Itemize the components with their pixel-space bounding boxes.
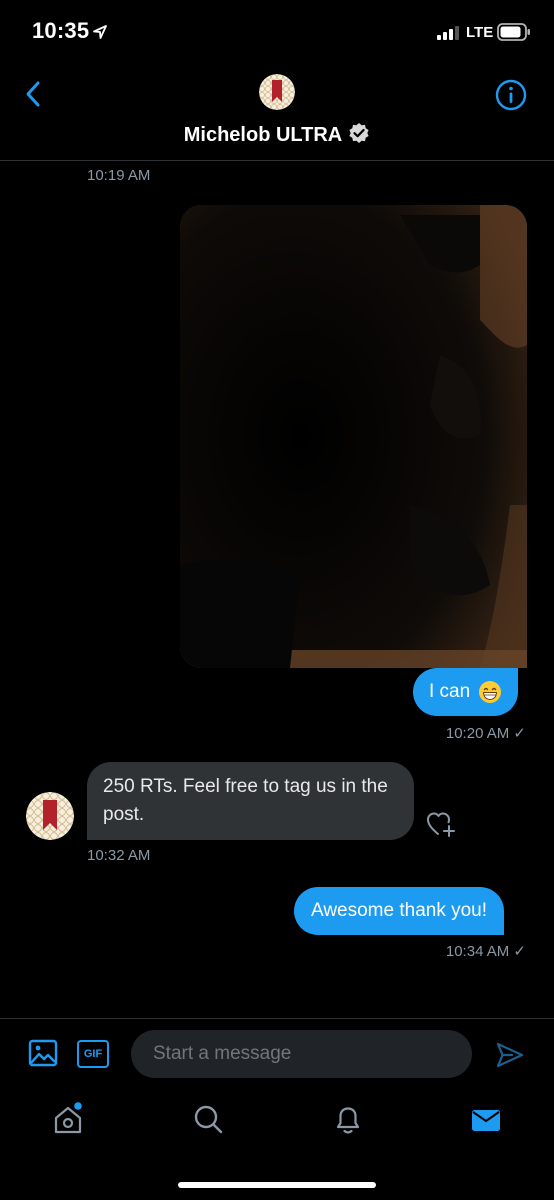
- message-timestamp: 10:19 AM: [87, 167, 151, 184]
- network-type: LTE: [466, 24, 494, 41]
- message-text: Awesome thank you!: [311, 900, 488, 921]
- status-time: 10:35: [32, 18, 90, 43]
- message-timestamp: 10:20 AM ✓: [445, 725, 526, 742]
- sender-avatar[interactable]: [26, 792, 74, 840]
- messages-icon[interactable]: [470, 1102, 502, 1136]
- message-input[interactable]: [131, 1030, 472, 1078]
- contact-name-header: Michelob ULTRA: [0, 122, 554, 147]
- header-divider: [0, 160, 554, 161]
- gif-button[interactable]: GIF: [77, 1040, 109, 1068]
- contact-avatar[interactable]: [259, 74, 295, 110]
- sent-photo[interactable]: [180, 205, 527, 668]
- contact-name: Michelob ULTRA: [183, 124, 343, 146]
- message-timestamp: 10:34 AM ✓: [445, 943, 526, 960]
- home-indicator: [178, 1182, 376, 1188]
- back-button[interactable]: [18, 78, 48, 110]
- sent-message-bubble[interactable]: Awesome thank you!: [294, 887, 505, 935]
- location-arrow-icon: [93, 25, 107, 39]
- image-icon[interactable]: [28, 1038, 58, 1068]
- composer-divider: [0, 1018, 554, 1019]
- verified-badge-icon: [349, 123, 369, 143]
- info-icon: [495, 79, 527, 111]
- signal-bars-icon: [437, 26, 459, 40]
- sent-message-bubble[interactable]: I can: [413, 668, 519, 716]
- received-message-bubble[interactable]: 250 RTs. Feel free to tag us in the post…: [87, 762, 414, 840]
- home-icon[interactable]: [52, 1102, 84, 1136]
- add-reaction-heart-icon[interactable]: [425, 808, 457, 840]
- search-icon[interactable]: [192, 1102, 224, 1136]
- grinning-face-emoji-icon: [479, 681, 502, 703]
- message-timestamp: 10:32 AM: [87, 847, 151, 864]
- message-text: 250 RTs. Feel free to tag us in the post…: [103, 776, 388, 825]
- battery-icon: [497, 23, 530, 41]
- send-icon[interactable]: [495, 1040, 525, 1070]
- chevron-left-icon: [26, 81, 40, 107]
- info-button[interactable]: [494, 78, 528, 112]
- message-text: I can: [429, 681, 471, 702]
- notifications-icon[interactable]: [332, 1102, 364, 1136]
